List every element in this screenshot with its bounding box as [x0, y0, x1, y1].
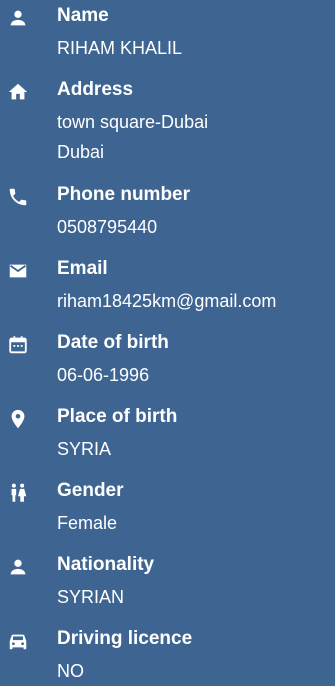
detail-label: Driving licence	[57, 628, 193, 649]
detail-value: Dubai	[57, 142, 105, 162]
email-icon	[6, 259, 30, 283]
detail-value: Female	[57, 513, 118, 533]
detail-label: Gender	[57, 480, 124, 501]
detail-value: SYRIAN	[57, 587, 125, 607]
detail-value: NO	[57, 661, 84, 681]
detail-label: Place of birth	[57, 406, 178, 427]
location-pin-icon	[6, 407, 30, 431]
detail-label: Name	[57, 5, 109, 26]
personal-details-list: Name RIHAM KHALIL Address town square-Du…	[0, 0, 335, 684]
phone-icon	[6, 185, 30, 209]
car-icon	[6, 629, 30, 653]
person-icon	[6, 555, 30, 579]
detail-value: 06-06-1996	[57, 365, 150, 385]
person-icon	[6, 6, 30, 30]
gender-icon	[6, 481, 30, 505]
detail-label: Address	[57, 79, 134, 100]
detail-label: Nationality	[57, 554, 155, 575]
detail-label: Email	[57, 258, 108, 279]
detail-value: town square-Dubai	[57, 112, 209, 132]
calendar-icon	[6, 333, 30, 357]
home-icon	[6, 80, 30, 104]
detail-value: riham18425km@gmail.com	[57, 291, 277, 311]
detail-label: Date of birth	[57, 332, 169, 353]
detail-value: 0508795440	[57, 217, 158, 237]
detail-value: RIHAM KHALIL	[57, 38, 183, 58]
detail-value: SYRIA	[57, 439, 112, 459]
detail-label: Phone number	[57, 184, 191, 205]
